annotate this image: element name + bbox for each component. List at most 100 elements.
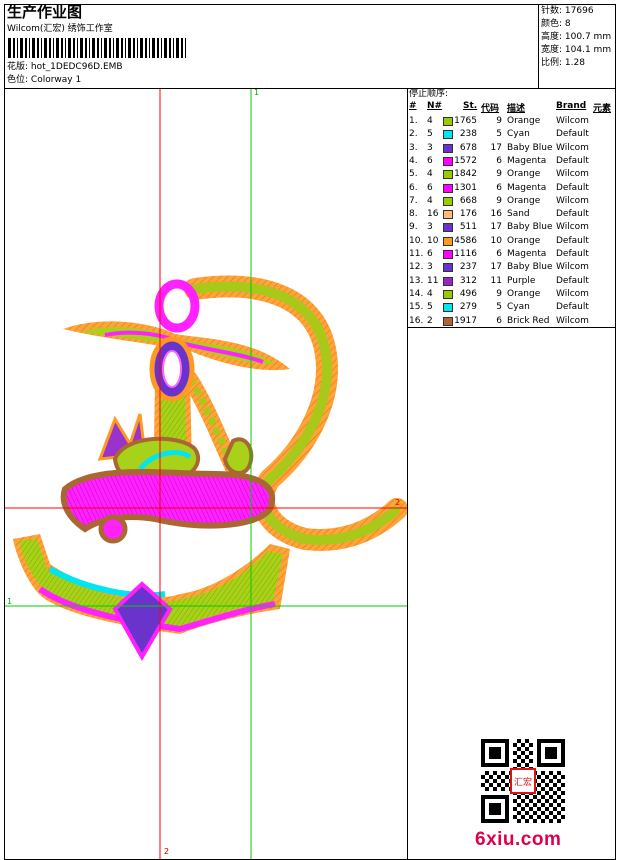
row-brand: Wilcom — [556, 142, 589, 153]
row-brand: Wilcom — [556, 222, 589, 233]
colorway-label: 色位: — [7, 75, 29, 85]
company-name: Wilcom(汇宏) 绣饰工作室 — [7, 24, 113, 34]
row-num: 9. — [409, 222, 418, 233]
sequence-row: 14. 4 496 9 Orange Wilcom — [409, 288, 614, 301]
row-code: 16 — [490, 209, 502, 220]
sequence-row: 10. 10 4586 10 Orange Default — [409, 235, 614, 248]
row-stitches: 496 — [459, 288, 477, 299]
col-num: # — [409, 101, 417, 111]
stat-scale: 比例: 1.28 — [541, 58, 585, 68]
row-code: 9 — [496, 288, 502, 299]
color-swatch — [443, 276, 453, 286]
left-curl — [98, 514, 128, 544]
row-desc: Cyan — [507, 302, 530, 313]
color-swatch — [443, 210, 453, 220]
row-needle: 10 — [427, 235, 439, 246]
col-stitches: St. — [463, 101, 478, 111]
barcode — [8, 38, 186, 58]
green-h-label: 1 — [7, 597, 13, 606]
page-title: 生产作业图 — [7, 3, 83, 21]
row-needle: 4 — [427, 116, 433, 126]
row-num: 5. — [409, 169, 418, 180]
color-swatch — [443, 143, 453, 153]
sequence-row: 11. 6 1116 6 Magenta Default — [409, 248, 614, 261]
sequence-row: 15. 5 279 5 Cyan Default — [409, 301, 614, 314]
sequence-title: 停止顺序: — [409, 89, 449, 99]
row-code: 5 — [496, 302, 502, 313]
row-desc: Cyan — [507, 129, 530, 140]
header-divider — [538, 4, 539, 89]
row-code: 17 — [490, 142, 502, 153]
color-swatch — [443, 170, 453, 180]
row-num: 10. — [409, 235, 424, 246]
row-stitches: 1116 — [454, 249, 477, 259]
row-desc: Magenta — [507, 182, 547, 193]
color-swatch — [443, 236, 453, 246]
row-stitches: 1765 — [454, 116, 477, 126]
row-code: 9 — [496, 116, 502, 126]
design-label: 花版: — [7, 62, 29, 72]
row-brand: Wilcom — [556, 288, 589, 299]
color-swatch — [443, 156, 453, 166]
row-num: 4. — [409, 155, 418, 166]
row-desc: Purple — [507, 275, 536, 286]
row-num: 11. — [409, 249, 424, 259]
col-needle: N# — [427, 101, 443, 111]
row-desc: Orange — [507, 169, 541, 180]
row-num: 15. — [409, 302, 424, 313]
qr-code: 汇宏 — [481, 739, 565, 823]
row-code: 9 — [496, 169, 502, 180]
row-stitches: 668 — [459, 195, 477, 206]
row-brand: Default — [556, 129, 589, 140]
row-needle: 16 — [427, 209, 439, 220]
row-needle: 6 — [427, 249, 433, 259]
row-brand: Wilcom — [556, 116, 589, 126]
color-swatch — [443, 223, 453, 233]
row-brand: Default — [556, 235, 589, 246]
row-needle: 6 — [427, 155, 433, 166]
row-desc: Baby Blue — [507, 262, 553, 273]
top-ring — [154, 279, 200, 333]
row-code: 17 — [490, 222, 502, 233]
design-file-row: 花版: hot_1DEDC96D.EMB — [7, 62, 123, 73]
row-desc: Magenta — [507, 155, 547, 166]
color-swatch — [443, 117, 453, 126]
row-stitches: 1301 — [454, 182, 477, 193]
row-num: 3. — [409, 142, 418, 153]
color-swatch — [443, 250, 453, 259]
row-brand: Default — [556, 275, 589, 286]
stat-colors: 颜色: 8 — [541, 19, 571, 29]
sequence-row: 6. 6 1301 6 Magenta Default — [409, 182, 614, 195]
row-brand: Default — [556, 302, 589, 313]
sequence-row: 9. 3 511 17 Baby Blue Wilcom — [409, 221, 614, 234]
row-stitches: 1572 — [454, 155, 477, 166]
row-brand: Default — [556, 155, 589, 166]
row-brand: Wilcom — [556, 169, 589, 180]
row-num: 13. — [409, 275, 424, 286]
row-brand: Default — [556, 182, 589, 193]
medallion-center — [162, 350, 182, 388]
color-swatch — [443, 183, 453, 193]
green-v-label: 1 — [254, 88, 260, 97]
magenta-swirl — [60, 469, 275, 533]
row-stitches: 1917 — [454, 315, 477, 326]
row-brand: Wilcom — [556, 315, 589, 326]
colorway-row: 色位: Colorway 1 — [7, 75, 81, 86]
stamp-text: 汇宏 — [514, 776, 532, 788]
sequence-row: 12. 3 237 17 Baby Blue Wilcom — [409, 261, 614, 274]
row-code: 6 — [496, 182, 502, 193]
row-needle: 4 — [427, 195, 433, 206]
color-swatch — [443, 289, 453, 299]
row-code: 11 — [490, 275, 502, 286]
sequence-header-row: # N# St. 代码 描述 Brand 元素 — [409, 101, 614, 114]
red-v-label: 2 — [164, 847, 170, 856]
row-code: 9 — [496, 195, 502, 206]
row-desc: Orange — [507, 235, 541, 246]
sequence-row: 5. 4 1842 9 Orange Wilcom — [409, 168, 614, 181]
color-swatch — [443, 263, 453, 273]
watermark: 6xiu.com — [475, 829, 562, 850]
row-desc: Orange — [507, 288, 541, 299]
color-swatch — [443, 130, 453, 140]
sequence-row: 7. 4 668 9 Orange Wilcom — [409, 195, 614, 208]
row-stitches: 511 — [459, 222, 477, 233]
